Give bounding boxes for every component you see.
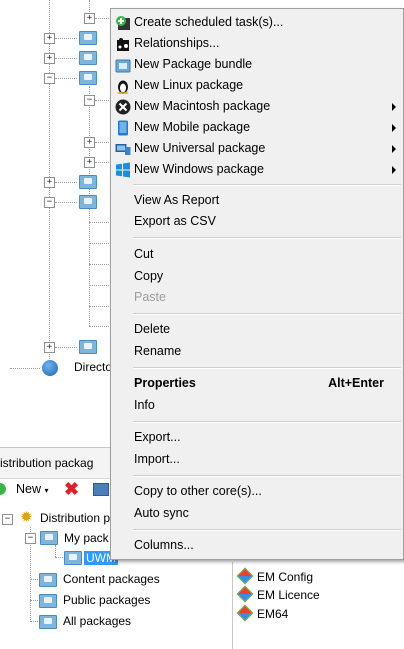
menu-separator: [133, 313, 401, 315]
folder-icon: [79, 71, 97, 85]
tree-item-public-packages[interactable]: Public packages: [63, 593, 150, 607]
menu-item-copy-to-other-core[interactable]: Copy to other core(s)...: [112, 481, 402, 502]
folder-icon: [39, 594, 57, 608]
menu-item-columns[interactable]: Columns...: [112, 535, 402, 556]
package-icon: [236, 567, 254, 585]
folder-icon: [79, 31, 97, 45]
expand-toggle[interactable]: +: [44, 342, 55, 353]
menu-separator: [133, 237, 401, 239]
menu-item-create-scheduled-task[interactable]: Create scheduled task(s)...: [112, 12, 402, 33]
menu-item-rename[interactable]: Rename: [112, 341, 402, 362]
tree-item-all-packages[interactable]: All packages: [63, 614, 131, 628]
menu-item-new-macintosh-package[interactable]: New Macintosh package: [112, 96, 402, 117]
menu-item-delete[interactable]: Delete: [112, 319, 402, 340]
expand-toggle[interactable]: +: [44, 33, 55, 44]
panel-toolbar: New ▾ ✖: [0, 478, 110, 502]
relationships-icon: [117, 38, 129, 51]
tree-item-distribution[interactable]: Distribution p: [40, 511, 110, 525]
folder-icon: [64, 551, 82, 565]
delete-icon[interactable]: ✖: [64, 479, 79, 499]
menu-item-export[interactable]: Export...: [112, 427, 402, 448]
linux-icon: [117, 80, 129, 94]
menu-separator: [133, 367, 401, 369]
menu-item-new-linux-package[interactable]: New Linux package: [112, 75, 402, 96]
collapse-toggle[interactable]: −: [44, 197, 55, 208]
folder-icon: [79, 340, 97, 354]
properties-shortcut: Alt+Enter: [328, 376, 384, 390]
expand-toggle[interactable]: +: [44, 177, 55, 188]
list-item[interactable]: EM Config: [236, 567, 313, 586]
list-item[interactable]: EM64: [236, 604, 288, 623]
distribution-root-icon: ✹: [20, 509, 33, 526]
submenu-arrow-icon: [392, 124, 396, 132]
tree-label-directory[interactable]: Directo: [74, 360, 112, 374]
menu-item-new-universal-package[interactable]: New Universal package: [112, 138, 402, 159]
package-icon: [236, 604, 254, 622]
universal-icon: [115, 144, 131, 155]
macos-icon: [115, 99, 131, 115]
menu-separator: [133, 475, 401, 477]
menu-item-paste[interactable]: Paste: [112, 287, 402, 308]
context-menu: Create scheduled task(s)... Relationship…: [110, 8, 404, 560]
folder-icon: [39, 615, 57, 629]
properties-icon[interactable]: [93, 483, 109, 496]
globe-icon: [42, 360, 58, 376]
expand-toggle[interactable]: +: [84, 157, 95, 168]
folder-icon: [40, 531, 58, 545]
expand-toggle[interactable]: +: [84, 137, 95, 148]
collapse-toggle[interactable]: −: [2, 514, 13, 525]
folder-icon: [39, 573, 57, 587]
panel-header: istribution packag: [0, 447, 110, 479]
expand-toggle[interactable]: +: [44, 53, 55, 64]
tree-item-content-packages[interactable]: Content packages: [63, 572, 160, 586]
menu-item-info[interactable]: Info: [112, 395, 402, 416]
menu-separator: [133, 529, 401, 531]
mobile-icon: [118, 120, 128, 136]
submenu-arrow-icon: [392, 103, 396, 111]
submenu-arrow-icon: [392, 145, 396, 153]
menu-item-import[interactable]: Import...: [112, 449, 402, 470]
panel-title: istribution packag: [0, 456, 94, 470]
package-list: EM Config EM Licence EM64: [232, 562, 404, 649]
new-button[interactable]: New ▾: [16, 482, 49, 496]
collapse-toggle[interactable]: −: [44, 73, 55, 84]
menu-item-export-as-csv[interactable]: Export as CSV: [112, 211, 402, 232]
menu-separator: [133, 184, 401, 186]
menu-item-new-windows-package[interactable]: New Windows package: [112, 159, 402, 180]
collapse-toggle[interactable]: −: [25, 533, 36, 544]
tree-item-my-packages[interactable]: My pack: [64, 531, 109, 545]
submenu-arrow-icon: [392, 166, 396, 174]
list-item[interactable]: EM Licence: [236, 585, 320, 604]
folder-icon: [79, 175, 97, 189]
windows-icon: [116, 162, 130, 178]
package-icon: [236, 585, 254, 603]
menu-item-relationships[interactable]: Relationships...: [112, 33, 402, 54]
scheduled-task-icon: [116, 16, 130, 30]
menu-item-properties[interactable]: Properties Alt+Enter: [112, 373, 402, 394]
menu-item-new-package-bundle[interactable]: New Package bundle: [112, 54, 402, 75]
new-icon: [0, 483, 6, 495]
menu-item-copy[interactable]: Copy: [112, 266, 402, 287]
collapse-toggle[interactable]: −: [84, 95, 95, 106]
package-bundle-icon: [115, 59, 131, 73]
expand-toggle[interactable]: +: [84, 13, 95, 24]
menu-item-view-as-report[interactable]: View As Report: [112, 190, 402, 211]
folder-icon: [79, 195, 97, 209]
folder-icon: [79, 51, 97, 65]
menu-item-auto-sync[interactable]: Auto sync: [112, 503, 402, 524]
menu-separator: [133, 421, 401, 423]
menu-item-new-mobile-package[interactable]: New Mobile package: [112, 117, 402, 138]
menu-item-cut[interactable]: Cut: [112, 244, 402, 265]
